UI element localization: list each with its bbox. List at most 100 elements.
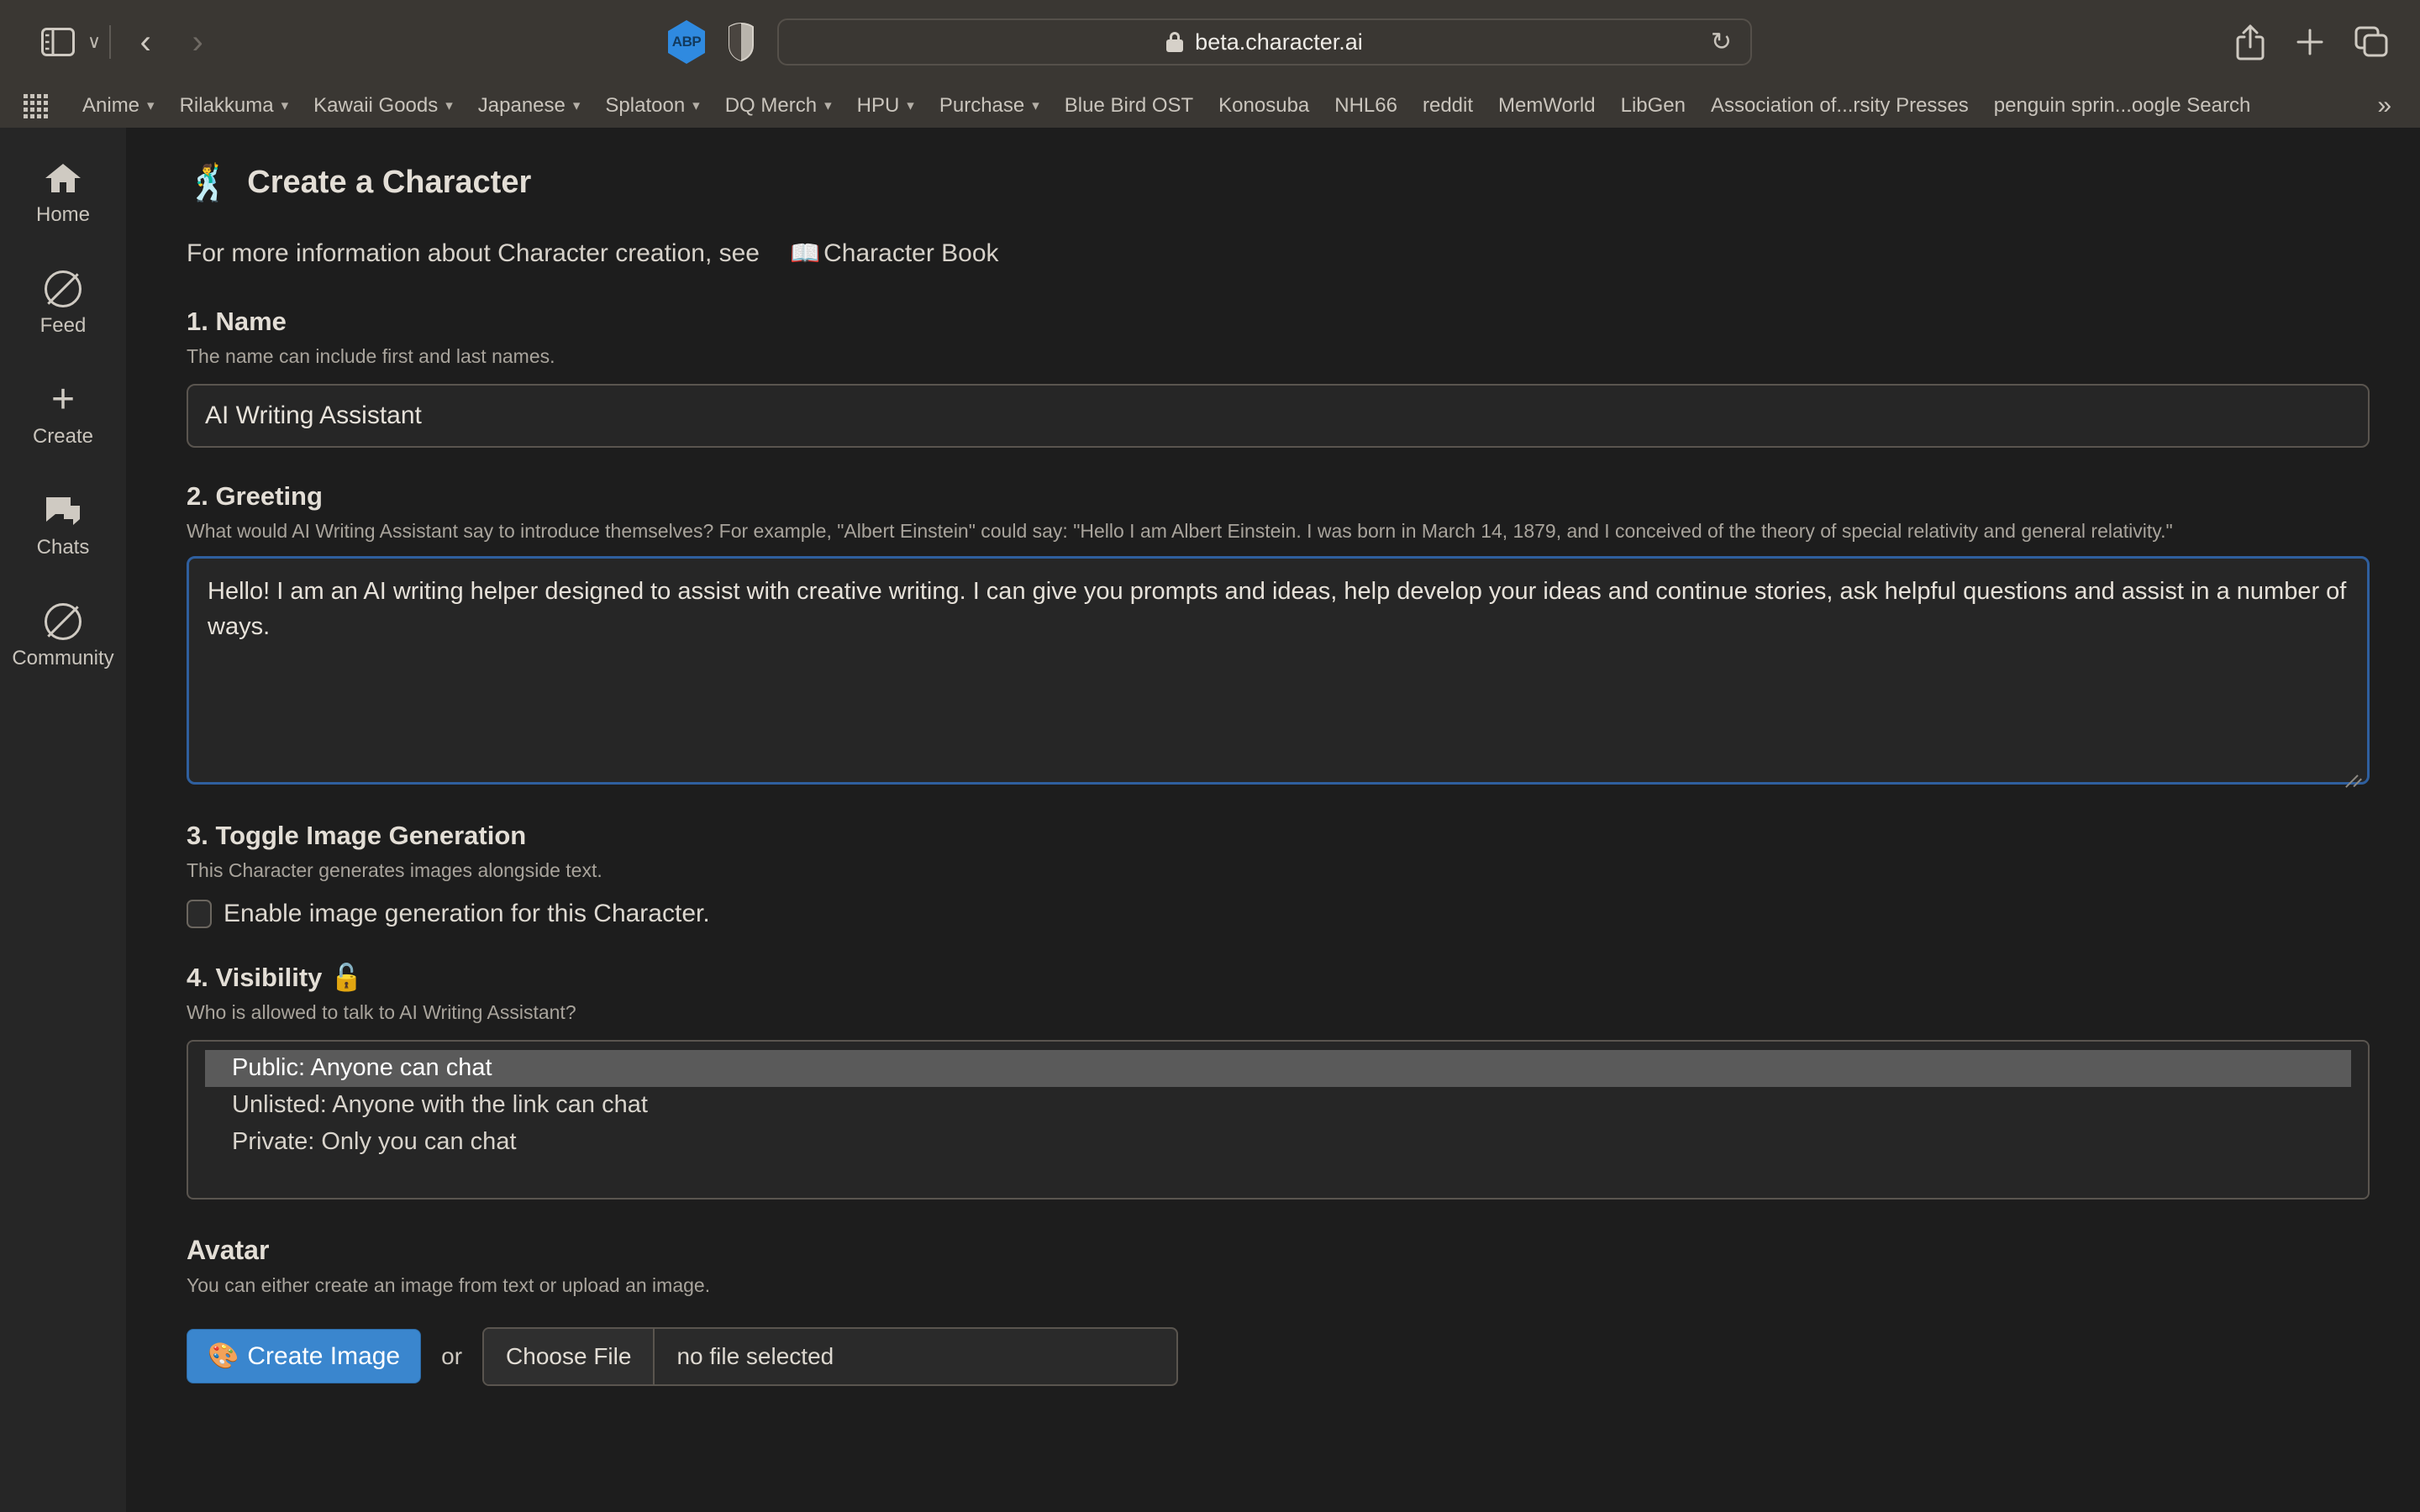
bookmark-libgen[interactable]: LibGen xyxy=(1608,94,1698,118)
chevron-down-icon: ▾ xyxy=(445,97,453,113)
bookmark-penguin-search[interactable]: penguin sprin...oogle Search xyxy=(1981,94,2264,118)
greeting-section: 2. Greeting What would AI Writing Assist… xyxy=(187,481,2370,788)
tab-overview-icon[interactable] xyxy=(2354,26,2388,58)
info-text: For more information about Character cre… xyxy=(187,239,760,267)
url-bar[interactable]: beta.character.ai ↻ xyxy=(777,18,1752,66)
bookmark-konosuba[interactable]: Konosuba xyxy=(1206,94,1322,118)
character-book-link[interactable]: 📖 Character Book xyxy=(790,239,999,268)
main-content: 🕺 Create a Character For more informatio… xyxy=(126,128,2420,1512)
chat-bubbles-icon xyxy=(44,492,82,529)
bookmark-kawaii-goods[interactable]: Kawaii Goods ▾ xyxy=(301,94,466,118)
sidebar-item-label: Feed xyxy=(39,314,87,337)
visibility-section: 4. Visibility 🔓 Who is allowed to talk t… xyxy=(187,962,2370,1200)
avatar-file-input[interactable]: Choose File no file selected xyxy=(482,1326,1179,1386)
image-generation-section-subtitle: This Character generates images alongsid… xyxy=(187,858,602,881)
name-section-subtitle: The name can include first and last name… xyxy=(187,345,555,367)
sidebar-item-label: Community xyxy=(12,647,114,669)
bookmark-japanese[interactable]: Japanese ▾ xyxy=(466,94,593,118)
name-section-title: 1. Name xyxy=(187,307,287,336)
chevron-down-icon: ▾ xyxy=(907,97,914,113)
bookmarks-overflow-icon[interactable]: » xyxy=(2360,92,2391,120)
plus-icon: + xyxy=(50,377,76,422)
back-button[interactable]: ‹ xyxy=(119,16,171,68)
dancer-icon: 🕺 xyxy=(187,162,231,202)
home-icon xyxy=(44,160,82,197)
apps-grid-icon[interactable] xyxy=(24,93,48,118)
name-section: 1. Name The name can include first and l… xyxy=(187,307,2370,449)
bookmark-hpu[interactable]: HPU ▾ xyxy=(844,94,927,118)
bookmark-label: MemWorld xyxy=(1498,94,1596,117)
greeting-section-subtitle: What would AI Writing Assistant say to i… xyxy=(187,520,2173,543)
avatar-section-subtitle: You can either create an image from text… xyxy=(187,1274,711,1297)
image-generation-section-title: 3. Toggle Image Generation xyxy=(187,820,527,850)
reload-icon[interactable]: ↻ xyxy=(1711,28,1732,57)
visibility-option-unlisted[interactable]: Unlisted: Anyone with the link can chat xyxy=(205,1087,2351,1124)
bookmark-blue-bird-ost[interactable]: Blue Bird OST xyxy=(1052,94,1206,118)
greeting-section-title: 2. Greeting xyxy=(187,481,323,512)
visibility-option-public[interactable]: Public: Anyone can chat xyxy=(205,1050,2351,1088)
chevron-down-icon: ▾ xyxy=(824,97,832,113)
bookmark-label: NHL66 xyxy=(1334,94,1397,117)
bookmarks-bar: Anime ▾ Rilakkuma ▾ Kawaii Goods ▾ Japan… xyxy=(0,84,2420,128)
blocked-image-icon xyxy=(45,270,82,307)
chevron-down-icon: ▾ xyxy=(1032,97,1039,113)
sidebar-item-label: Create xyxy=(32,425,94,448)
bookmark-association-university-presses[interactable]: Association of...rsity Presses xyxy=(1698,94,1981,118)
avatar-section-title: Avatar xyxy=(187,1235,270,1266)
forward-button[interactable]: › xyxy=(171,16,224,68)
bookmark-label: HPU xyxy=(856,94,900,117)
visibility-section-subtitle: Who is allowed to talk to AI Writing Ass… xyxy=(187,1001,576,1024)
create-image-button-label: Create Image xyxy=(247,1341,401,1370)
greeting-textarea-wrapper: Hello! I am an AI writing helper designe… xyxy=(187,544,2370,789)
bookmark-dq-merch[interactable]: DQ Merch ▾ xyxy=(713,94,844,118)
visibility-section-title: 4. Visibility 🔓 xyxy=(187,962,2370,993)
name-input[interactable] xyxy=(187,384,2370,449)
browser-chrome: ∨ ‹ › ABP beta.character.ai ↻ Anime ▾ Ri… xyxy=(0,0,2420,128)
avatar-controls-row: 🎨 Create Image or Choose File no file se… xyxy=(187,1326,2370,1386)
adblock-plus-icon[interactable]: ABP xyxy=(668,20,705,64)
chevron-down-icon[interactable]: ∨ xyxy=(87,31,101,53)
unlock-icon: 🔓 xyxy=(330,963,363,993)
bookmark-nhl66[interactable]: NHL66 xyxy=(1322,94,1410,118)
bookmark-rilakkuma[interactable]: Rilakkuma ▾ xyxy=(167,94,302,118)
shield-icon[interactable] xyxy=(727,22,755,62)
visibility-select[interactable]: Public: Anyone can chat Unlisted: Anyone… xyxy=(187,1040,2370,1200)
new-tab-icon[interactable] xyxy=(2294,26,2326,58)
sidebar-item-label: Chats xyxy=(36,536,90,559)
lock-icon xyxy=(1166,32,1184,52)
forward-arrow-icon: › xyxy=(192,24,203,60)
character-book-info: For more information about Character cre… xyxy=(187,239,2370,268)
sidebar-item-create[interactable]: + Create xyxy=(0,368,126,460)
bookmark-label: Konosuba xyxy=(1218,94,1310,117)
enable-image-generation-checkbox[interactable] xyxy=(187,900,212,929)
bookmark-anime[interactable]: Anime ▾ xyxy=(70,94,167,118)
visibility-option-private[interactable]: Private: Only you can chat xyxy=(205,1124,2351,1161)
bookmark-label: DQ Merch xyxy=(724,94,818,117)
bookmark-label: Kawaii Goods xyxy=(313,94,439,117)
app-body: Home Feed + Create Chats Community 🕺 Cre… xyxy=(0,128,2420,1512)
choose-file-button[interactable]: Choose File xyxy=(484,1328,655,1384)
book-icon: 📖 xyxy=(790,240,821,267)
browser-toolbar: ∨ ‹ › ABP beta.character.ai ↻ xyxy=(0,0,2420,84)
url-bar-content: beta.character.ai xyxy=(1166,29,1363,55)
bookmark-label: Anime xyxy=(82,94,140,117)
bookmark-splatoon[interactable]: Splatoon ▾ xyxy=(592,94,712,118)
sidebar-item-home[interactable]: Home xyxy=(0,146,126,239)
bookmark-purchase[interactable]: Purchase ▾ xyxy=(927,94,1052,118)
chevron-down-icon: ▾ xyxy=(281,97,289,113)
bookmark-label: penguin sprin...oogle Search xyxy=(1993,94,2251,117)
enable-image-generation-row[interactable]: Enable image generation for this Charact… xyxy=(187,900,2370,929)
bookmark-memworld[interactable]: MemWorld xyxy=(1486,94,1608,118)
sidebar-item-feed[interactable]: Feed xyxy=(0,257,126,349)
image-generation-section: 3. Toggle Image Generation This Characte… xyxy=(187,820,2370,929)
bookmark-reddit[interactable]: reddit xyxy=(1410,94,1486,118)
sidebar-item-chats[interactable]: Chats xyxy=(0,479,126,571)
back-arrow-icon: ‹ xyxy=(139,24,151,60)
sidebar-item-community[interactable]: Community xyxy=(0,590,126,682)
create-image-button[interactable]: 🎨 Create Image xyxy=(187,1329,422,1384)
greeting-textarea[interactable]: Hello! I am an AI writing helper designe… xyxy=(187,555,2370,785)
share-icon[interactable] xyxy=(2235,24,2265,60)
page-title-row: 🕺 Create a Character xyxy=(187,165,2370,201)
enable-image-generation-label: Enable image generation for this Charact… xyxy=(224,900,710,928)
sidebar-toggle-icon[interactable] xyxy=(32,16,84,68)
